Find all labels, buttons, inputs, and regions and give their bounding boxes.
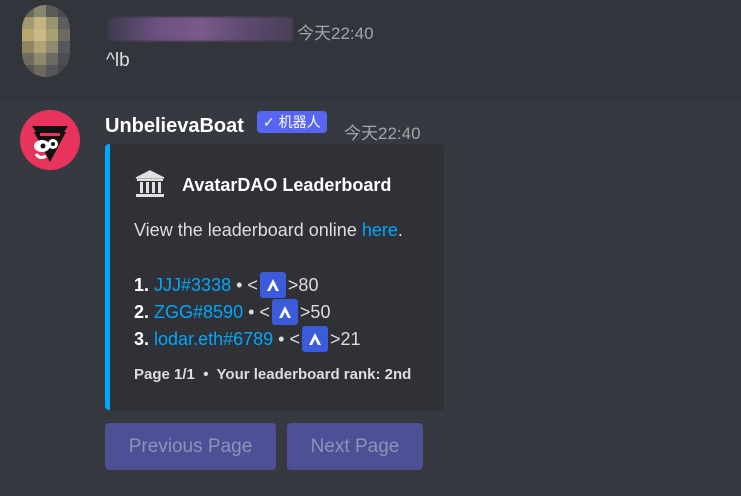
author-name[interactable]: UnbelievaBoat [105,115,244,138]
leaderboard-link[interactable]: here [362,220,398,240]
entry-user-mention[interactable]: ZGG#8590 [154,302,243,323]
leaderboard-embed: AvatarDAO Leaderboard View the leaderboa… [105,144,444,410]
bank-icon [134,168,166,200]
entry-user-mention[interactable]: JJJ#3338 [154,275,231,296]
timestamp: 今天22:40 [297,24,374,43]
user-avatar-pixelated[interactable] [22,5,70,77]
bot-avatar[interactable] [20,110,80,170]
entry-amount: >80 [287,274,319,295]
entry-rank: 2. [134,301,150,322]
entry-user-mention[interactable]: lodar.eth#6789 [154,329,273,350]
embed-footer: Page 1/1 • Your leaderboard rank: 2nd [134,366,412,383]
currency-icon [271,299,298,325]
timestamp: 今天22:40 [344,124,421,143]
leaderboard-entry: 3. lodar.eth#6789 • < >21 [134,326,361,352]
entry-separator: • < [231,274,258,295]
embed-title: AvatarDAO Leaderboard [182,175,392,195]
entry-separator: • < [273,328,300,349]
entry-amount: >50 [299,301,331,322]
currency-icon [259,272,286,298]
description-text: View the leaderboard online [134,220,362,240]
message-content: ^lb [106,50,130,71]
previous-page-button[interactable]: Previous Page [105,423,276,470]
username-blurred[interactable] [108,17,293,41]
bot-badge: ✓ 机器人 [257,111,327,133]
next-page-button[interactable]: Next Page [287,423,423,470]
embed-description: View the leaderboard online here. [134,220,403,241]
entry-amount: >21 [329,328,361,349]
leaderboard-entry: 1. JJJ#3338 • < >80 [134,272,318,298]
leaderboard-entry: 2. ZGG#8590 • < >50 [134,299,330,325]
message-previous: 今天22:40 ^lb [0,0,741,101]
description-suffix: . [397,220,403,240]
currency-icon [301,326,328,352]
entry-rank: 3. [134,328,150,349]
entry-rank: 1. [134,274,150,295]
entry-separator: • < [243,301,270,322]
